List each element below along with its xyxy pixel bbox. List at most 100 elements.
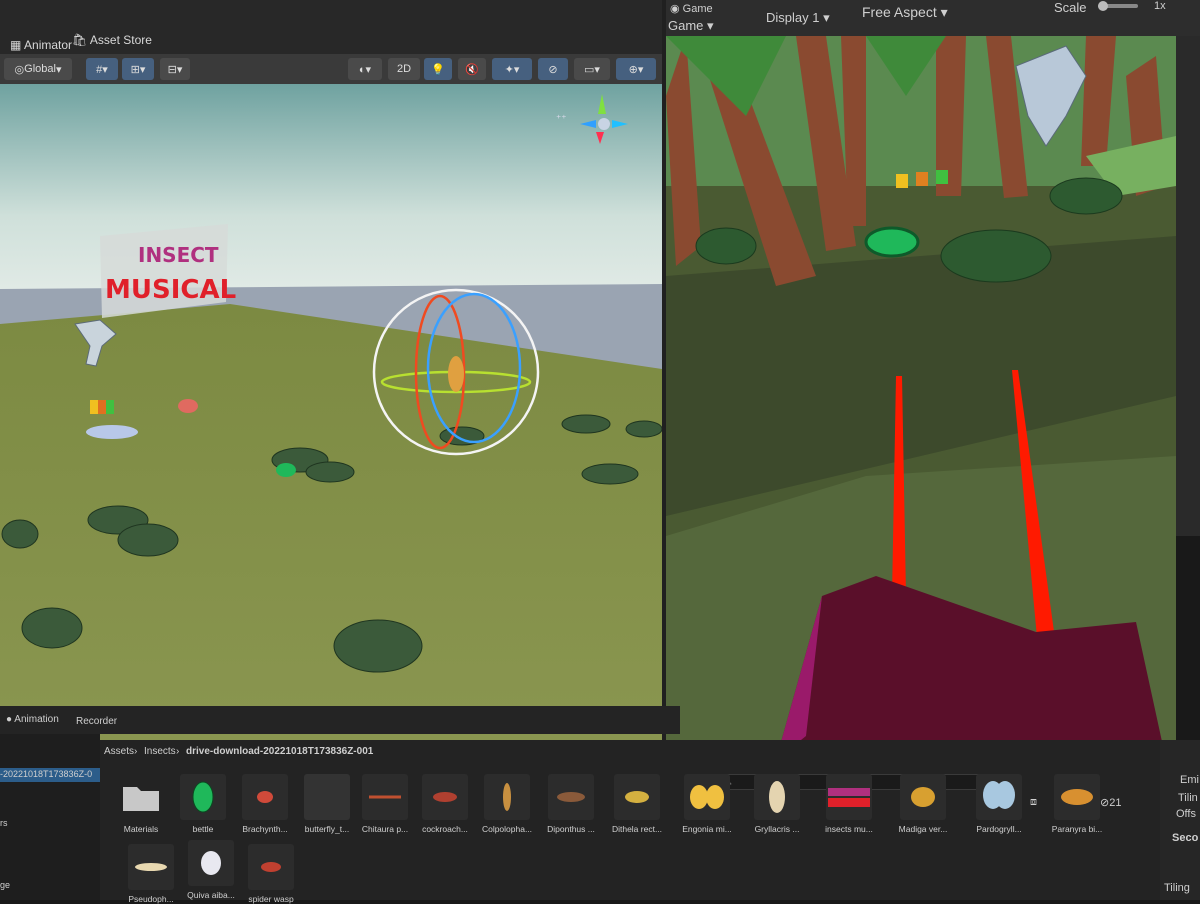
insect-thumbnail [422,774,468,820]
camera-dropdown[interactable]: ▭▾ [574,58,610,80]
snap-increment-button[interactable]: ⊞▾ [122,58,154,80]
game-view[interactable] [666,36,1176,760]
scale-slider-handle[interactable] [1098,1,1108,11]
tiling-field-label: Tiling [1164,882,1190,894]
asset-item[interactable]: Pardogryll... [968,774,1030,834]
asset-label: Colpolopha... [481,824,533,834]
tab-animator[interactable]: ▦ Animator [10,38,72,52]
mute-icon: 🔇 [465,63,479,76]
pivot-mode-label: Global [24,63,56,75]
tab-animator-label: Animator [24,38,73,52]
tree-item-label: -20221018T173836Z-0 [0,769,93,779]
asset-label: Pardogryll... [976,824,1022,834]
lighting-toggle[interactable]: 💡 [424,58,452,80]
sign-line-2: MUSICAL [105,275,236,305]
tree-item-label[interactable]: ge [0,880,10,890]
block-yellow [896,174,908,188]
tab-game[interactable]: ◉ Game [670,2,713,15]
bottom-tab-bar: ● Animation Recorder [0,706,680,734]
inspector-edge [1176,36,1200,536]
asset-item[interactable]: insects mu... [818,774,880,834]
asset-label: insects mu... [825,824,873,834]
asset-label: Pseudoph... [128,894,174,904]
hidden-objects-toggle[interactable]: ⊘ [538,58,568,80]
green-gem[interactable] [864,226,920,258]
tree-item-selected[interactable]: -20221018T173836Z-0 [0,768,100,782]
bush[interactable] [117,523,179,557]
tab-animation[interactable]: ● Animation [6,714,59,725]
aspect-dropdown[interactable]: Free Aspect ▾ [862,4,948,21]
asset-item[interactable]: spider wasp [240,844,302,904]
insect-musical-sign[interactable]: INSECT MUSICAL [100,224,236,318]
asset-label: Chitaura p... [361,824,409,834]
asset-item[interactable]: butterfly_t... [296,774,358,834]
game-mode-dropdown[interactable]: Game ▾ [668,18,714,34]
scale-slider[interactable] [1098,1,1138,11]
breadcrumb-item[interactable]: Assets [104,746,134,757]
asset-label: Materials [123,824,159,834]
toggle-2d-button[interactable]: 2D [388,58,420,80]
pivot-mode-dropdown[interactable]: ◎ Global ▾ [4,58,72,80]
insect-thumbnail [1054,774,1100,820]
bush[interactable] [1,519,39,549]
gizmo-settings-button[interactable]: ⊟▾ [160,58,190,80]
folder-icon [118,774,164,820]
asset-item[interactable]: bettle [172,774,234,834]
asset-item[interactable]: Pseudoph... [120,844,182,904]
tab-asset-store[interactable]: 🛍 Asset Store [72,33,152,47]
bush[interactable] [21,607,83,649]
asset-item[interactable]: Dithela rect... [606,774,668,834]
chevron-down-icon: ▾ [703,18,714,33]
breadcrumb-item[interactable]: Insects [144,746,176,757]
insect-thumbnail [900,774,946,820]
asset-item[interactable]: cockroach... [414,774,476,834]
asset-label: cockroach... [422,824,468,834]
bush[interactable] [305,461,355,483]
effects-icon: ✦▾ [504,63,520,76]
scene-view[interactable]: INSECT MUSICAL ⁺⁺ [0,84,662,744]
material-inspector: Emi Tilin Offs Seco Tiling [1160,740,1200,900]
bush[interactable] [333,619,423,673]
red-insect[interactable] [178,399,198,413]
asset-item[interactable]: Paranyra bi... [1046,774,1108,834]
effects-dropdown[interactable]: ✦▾ [492,58,532,80]
tab-animation-label: Animation [14,714,59,725]
gizmos-dropdown[interactable]: ⊕▾ [616,58,656,80]
scale-value: 1x [1154,0,1166,12]
breadcrumb-separator: › [134,746,138,757]
filter-label-icon[interactable]: ⧈ [1030,796,1037,809]
tree-item-label[interactable]: rs [0,818,8,828]
audio-toggle[interactable]: 🔇 [458,58,486,80]
asset-item[interactable]: Materials [110,774,172,834]
green-gem[interactable] [276,463,296,477]
bush[interactable] [625,420,662,438]
tab-recorder[interactable]: Recorder [76,716,117,727]
breadcrumb-item[interactable]: drive-download-20221018T173836Z-001 [186,746,373,757]
bush[interactable] [581,463,639,485]
insect-thumbnail [976,774,1022,820]
asset-item[interactable]: Quiva aiba... [180,840,242,900]
asset-item[interactable]: Diponthus ... [540,774,602,834]
chevron-down-icon: ▾ [936,4,948,20]
asset-item[interactable]: Chitaura p... [354,774,416,834]
asset-label: bettle [192,824,214,834]
gamepad-icon: ◉ [670,3,683,15]
scene-viewport-canvas: INSECT MUSICAL ⁺⁺ [0,84,662,744]
aspect-label: Free Aspect [862,4,937,20]
grid-snap-button[interactable]: #▾ [86,58,118,80]
asset-item[interactable]: Madiga ver... [892,774,954,834]
draw-mode-button[interactable]: ◐▾ [348,58,382,80]
asset-label: spider wasp [248,894,294,904]
asset-item[interactable]: Gryllacris ... [746,774,808,834]
game-view-header: ◉ Game Game ▾ Display 1 ▾ Free Aspect ▾ … [666,0,1200,36]
camera-icon: ▭▾ [584,63,600,76]
insect-thumbnail [548,774,594,820]
asset-item[interactable]: Engonia mi... [676,774,738,834]
display-dropdown[interactable]: Display 1 ▾ [766,10,830,26]
asset-item[interactable]: Colpolopha... [476,774,538,834]
insect-thumbnail [484,774,530,820]
bush[interactable] [561,414,611,434]
asset-item[interactable]: Brachynth... [234,774,296,834]
breadcrumb-separator: › [176,746,180,757]
insect-thumbnail [128,844,174,890]
